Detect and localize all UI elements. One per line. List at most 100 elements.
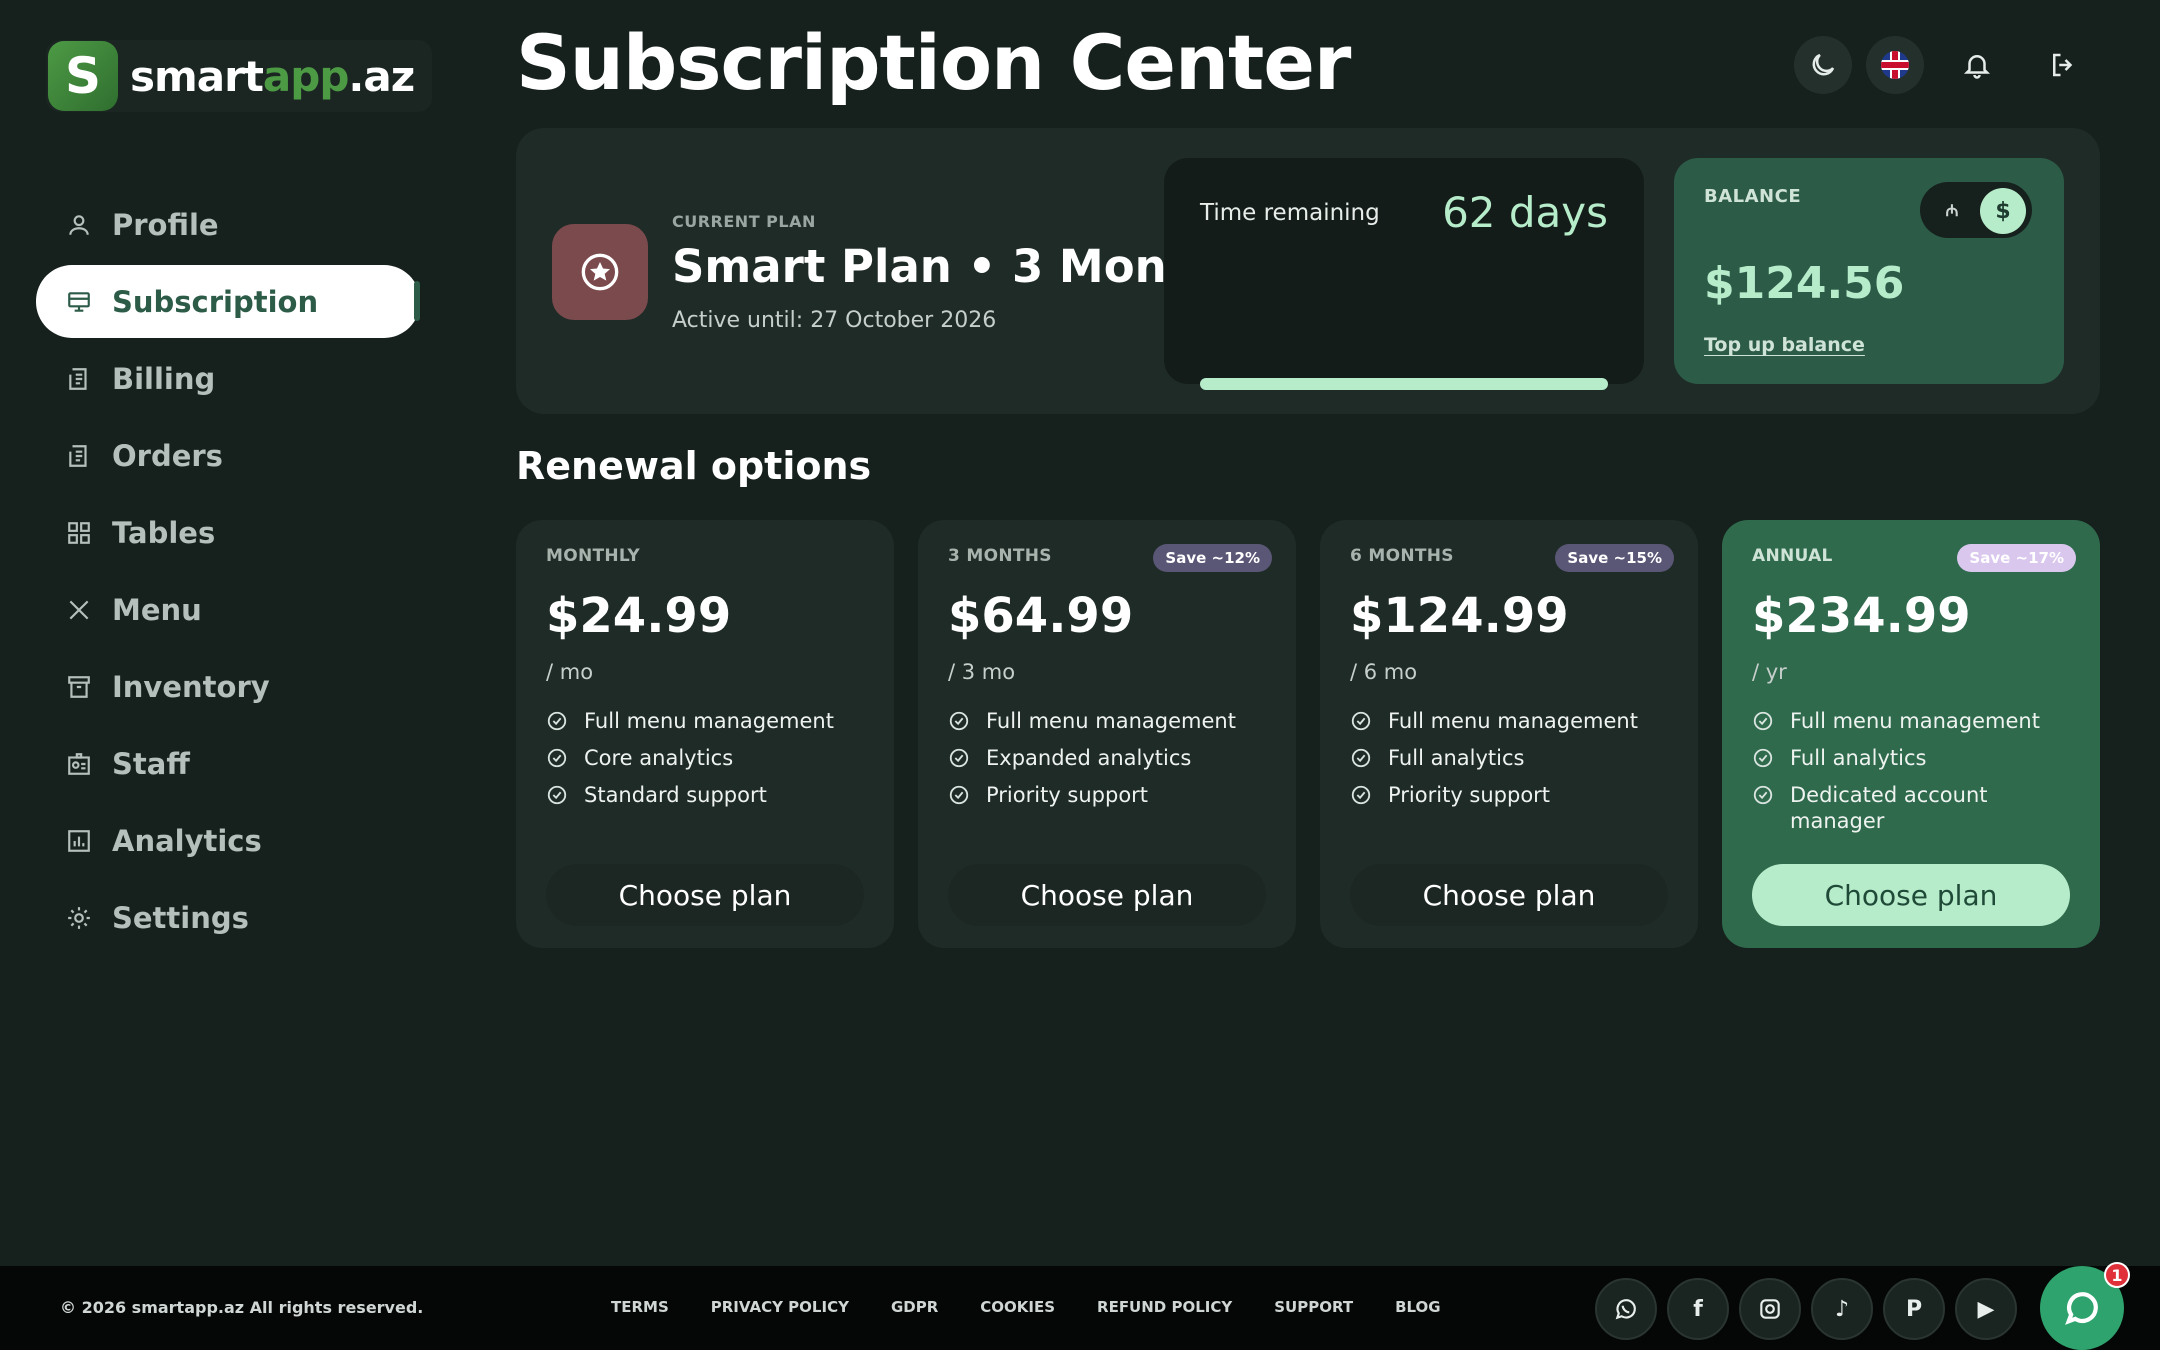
sidebar-item-orders[interactable]: Orders [36,419,420,492]
plan-price: $24.99 [546,588,732,644]
plan-period: 6 MONTHS [1350,546,1454,566]
plan-feature: Full menu management [1350,708,1680,734]
manat-option[interactable]: ₼ [1938,196,1966,224]
time-remaining-value: 62 days [1442,188,1608,237]
receipt-icon [66,443,92,469]
balance-label: BALANCE [1704,186,1802,207]
current-plan-name: Smart Plan • 3 Months [672,240,1247,293]
plan-features: Full menu management Core analytics Stan… [546,708,876,819]
footer-link-gdpr[interactable]: GDPR [891,1298,938,1316]
plan-feature: Core analytics [546,745,876,771]
star-badge-icon [581,253,619,291]
sidebar-item-menu[interactable]: Menu [36,573,420,646]
choose-plan-button[interactable]: Choose plan [1350,864,1668,926]
sidebar-item-label: Subscription [112,284,319,319]
plan-features: Full menu management Expanded analytics … [948,708,1278,819]
renewal-plan-cards: MONTHLY $24.99 / mo Full menu management… [516,520,2100,948]
plan-features: Full menu management Full analytics Dedi… [1752,708,2082,845]
footer-link-privacy-policy[interactable]: PRIVACY POLICY [711,1298,849,1316]
whatsapp-icon[interactable] [1595,1278,1657,1340]
footer-link-blog[interactable]: BLOG [1395,1298,1441,1316]
language-button[interactable] [1866,36,1924,94]
sidebar-item-label: Staff [112,746,190,781]
facebook-icon[interactable]: f [1667,1278,1729,1340]
logo-badge-icon: S [48,41,118,111]
footer: © 2026 smartapp.az All rights reserved. … [0,1266,2160,1350]
check-circle-icon [1350,747,1372,769]
save-badge: Save ~15% [1555,544,1674,572]
plan-period: ANNUAL [1752,546,1833,566]
tiktok-icon[interactable]: ♪ [1811,1278,1873,1340]
brand-logo[interactable]: S smartapp.az [46,40,433,112]
plan-features: Full menu management Full analytics Prio… [1350,708,1680,819]
sidebar-item-label: Inventory [112,669,270,704]
archive-icon [66,674,92,700]
id-badge-icon [66,751,92,777]
check-circle-icon [948,784,970,806]
time-remaining-progress [1200,378,1608,390]
sidebar-item-tables[interactable]: Tables [36,496,420,569]
gear-icon [66,905,92,931]
copyright-text: © 2026 smartapp.az All rights reserved. [60,1298,424,1317]
sidebar-item-profile[interactable]: Profile [36,188,420,261]
top-up-balance-link[interactable]: Top up balance [1704,334,1865,356]
balance-card: BALANCE ₼ $ $124.56 Top up balance [1674,158,2064,384]
balance-amount: $124.56 [1704,258,1905,309]
sidebar-item-settings[interactable]: Settings [36,881,420,954]
choose-plan-button[interactable]: Choose plan [1752,864,2070,926]
user-icon [66,212,92,238]
plan-price: $234.99 [1752,588,1971,644]
check-circle-icon [1752,710,1774,732]
plan-price: $124.99 [1350,588,1569,644]
sidebar-item-label: Tables [112,515,216,550]
save-badge: Save ~17% [1957,544,2076,572]
save-badge: Save ~12% [1153,544,1272,572]
choose-plan-button[interactable]: Choose plan [948,864,1266,926]
sidebar-item-staff[interactable]: Staff [36,727,420,800]
choose-plan-button[interactable]: Choose plan [546,864,864,926]
plan-badge [552,224,648,320]
check-circle-icon [546,747,568,769]
sidebar-item-billing[interactable]: Billing [36,342,420,415]
check-circle-icon [546,784,568,806]
plan-feature: Priority support [1350,782,1680,808]
time-remaining-card: Time remaining 62 days [1164,158,1644,390]
sidebar-item-label: Profile [112,207,219,242]
pinterest-icon[interactable]: P [1883,1278,1945,1340]
sidebar-item-analytics[interactable]: Analytics [36,804,420,877]
receipt-icon [66,366,92,392]
logout-button[interactable] [2034,36,2092,94]
sidebar-item-inventory[interactable]: Inventory [36,650,420,723]
check-circle-icon [1752,747,1774,769]
current-plan-panel: CURRENT PLAN Smart Plan • 3 Months Activ… [516,128,2100,414]
plan-feature: Expanded analytics [948,745,1278,771]
current-plan-kicker: CURRENT PLAN [672,212,816,231]
plan-feature: Priority support [948,782,1278,808]
check-circle-icon [1752,784,1774,806]
plan-feature: Standard support [546,782,876,808]
check-circle-icon [948,747,970,769]
notifications-button[interactable] [1948,36,2006,94]
plan-billing-period: / 3 mo [948,660,1016,684]
footer-link-support[interactable]: SUPPORT [1274,1298,1353,1316]
footer-link-cookies[interactable]: COOKIES [980,1298,1055,1316]
currency-toggle[interactable]: ₼ $ [1920,182,2032,238]
chat-unread-badge: 1 [2104,1262,2130,1288]
sidebar-item-subscription[interactable]: Subscription [36,265,420,338]
plan-feature: Full menu management [948,708,1278,734]
brand-name: smartapp.az [130,51,415,101]
time-remaining-label: Time remaining [1200,200,1380,226]
page-title: Subscription Center [516,18,1351,107]
bell-icon [1963,55,1991,79]
instagram-icon[interactable] [1739,1278,1801,1340]
plan-feature: Full menu management [546,708,876,734]
plan-feature: Full analytics [1350,745,1680,771]
sidebar: S smartapp.az Profile Subscription Billi… [0,0,433,1266]
current-plan-expiry: Active until: 27 October 2026 [672,308,997,333]
footer-link-terms[interactable]: TERMS [611,1298,669,1316]
theme-toggle-button[interactable] [1794,36,1852,94]
sidebar-item-label: Settings [112,900,249,935]
footer-link-refund-policy[interactable]: REFUND POLICY [1097,1298,1232,1316]
dollar-option[interactable]: $ [1980,188,2026,234]
youtube-icon[interactable]: ▶ [1955,1278,2017,1340]
